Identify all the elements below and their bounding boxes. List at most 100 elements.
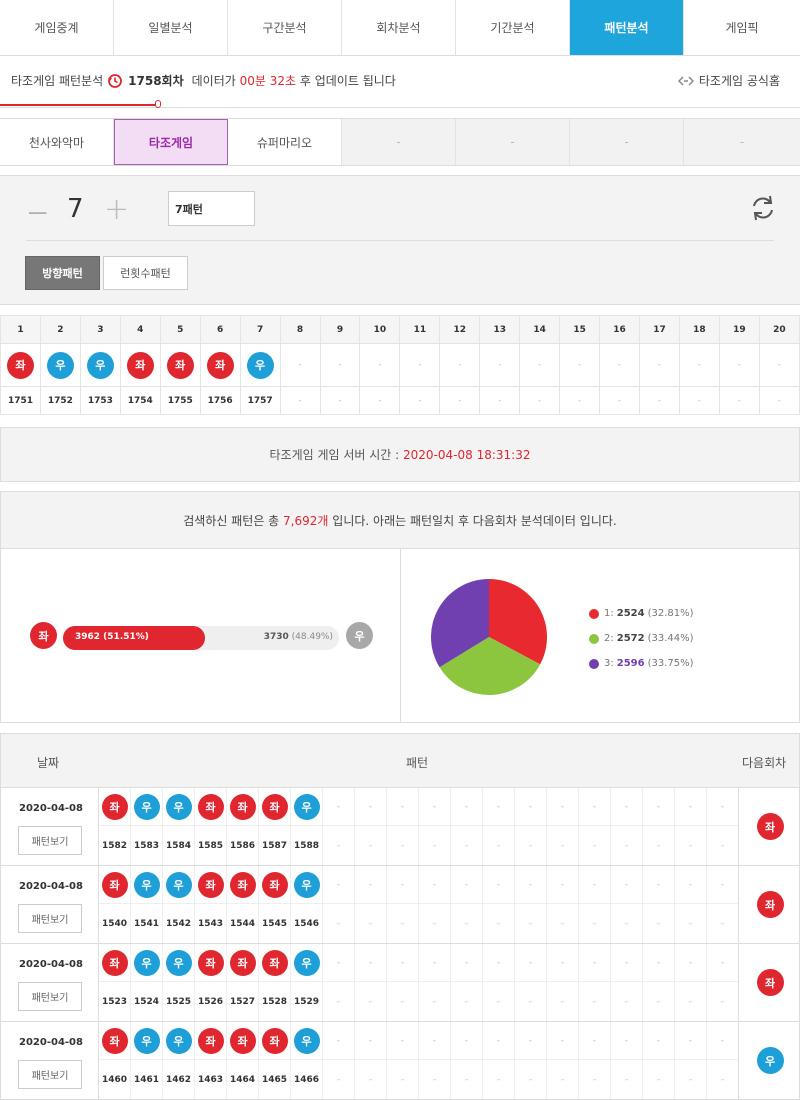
left-ratio-fill: 3962 (51.51%) — [63, 626, 206, 650]
decrease-button[interactable]: − — [26, 196, 49, 229]
right-ratio-pct: (48.49%) — [291, 632, 333, 642]
history-ball-cell: - — [579, 866, 611, 904]
pattern-grid: 1 2 3 4 5 6 7 8 9 10 11 12 13 14 15 16 17 18 19 20 좌우우좌좌좌우-… — [0, 315, 800, 415]
history-round-cell: - — [483, 1060, 515, 1099]
game-tab-empty: - — [342, 119, 456, 165]
pattern-ball: 좌 — [101, 871, 128, 898]
game-tab-ostrich[interactable]: 타조게임 — [114, 119, 228, 165]
increase-button[interactable]: + — [104, 192, 129, 227]
history-ball-cell: - — [419, 866, 451, 904]
history-ball-cell: - — [483, 788, 515, 826]
divider — [26, 240, 774, 241]
search-result-panel: 검색하신 패턴은 총 7,692개 입니다. 아래는 패턴일치 후 다음회차 분… — [0, 491, 800, 723]
history-ball-cell: - — [547, 1022, 579, 1060]
history-round-cell: - — [323, 826, 355, 865]
pattern-ball: 좌 — [6, 351, 34, 379]
history-round-cell: - — [579, 826, 611, 865]
tab-pick[interactable]: 게임픽 — [684, 0, 800, 55]
tab-live[interactable]: 게임중계 — [0, 0, 114, 55]
history-round-cell: - — [579, 1060, 611, 1099]
pattern-ball: 좌 — [261, 793, 288, 820]
history-round-cell: 1527 — [227, 982, 259, 1021]
pie-panel: 1 : 2524 (32.81%) 2 : 2572 (33.44%) 3 : 2596… — [401, 549, 799, 722]
grid-col-header: 7 — [239, 315, 281, 344]
history-round-cell: - — [611, 826, 643, 865]
grid-ball-cell: - — [479, 343, 521, 387]
history-round-cell: 1466 — [291, 1060, 323, 1099]
ratio-bar: 3962 (51.51%) 3730 (48.49%) — [63, 626, 339, 650]
right-ratio-text: 3730 (48.49%) — [264, 632, 333, 642]
history-round-cell: - — [483, 982, 515, 1021]
legend-item: 2 : 2572 (33.44%) — [589, 626, 694, 651]
view-pattern-button[interactable]: 패턴보기 — [18, 1060, 82, 1089]
pattern-ball: 좌 — [206, 351, 234, 379]
grid-col-header: 12 — [439, 315, 481, 344]
history-round-cell: - — [451, 1060, 483, 1099]
run-count-pattern-button[interactable]: 런횟수패턴 — [103, 256, 188, 290]
legend-pct: (32.81%) — [647, 608, 694, 619]
refresh-icon[interactable] — [748, 193, 778, 223]
history-ball-cell: - — [323, 944, 355, 982]
tab-daily[interactable]: 일별분석 — [114, 0, 228, 55]
history-ball-cell: - — [675, 866, 707, 904]
history-date: 2020-04-08 — [19, 881, 83, 892]
pattern-ball: 우 — [246, 351, 274, 379]
left-right-ratio: 좌 3962 (51.51%) 3730 (48.49%) 우 — [1, 549, 401, 722]
history-round-cell: 1583 — [131, 826, 163, 865]
history-round-cell: - — [323, 904, 355, 943]
history-round-cell: 1523 — [99, 982, 131, 1021]
history-row: 2020-04-08 패턴보기 좌 1540 우 1541 우 1542 좌 1543 좌 1544 좌… — [1, 866, 799, 944]
grid-ball-cell: 좌 — [199, 343, 241, 387]
history-round-cell: - — [707, 1060, 739, 1099]
game-tab-super-mario[interactable]: 슈퍼마리오 — [228, 119, 342, 165]
history-ball-cell: - — [323, 866, 355, 904]
tab-section[interactable]: 구간분석 — [228, 0, 342, 55]
pattern-ball: 우 — [133, 871, 160, 898]
history-ball-cell: - — [483, 944, 515, 982]
grid-ball-cell: - — [519, 343, 561, 387]
history-round-cell: - — [355, 826, 387, 865]
history-round-cell: - — [675, 982, 707, 1021]
history-ball-cell: - — [483, 1022, 515, 1060]
game-tab-angel-devil[interactable]: 천사와악마 — [0, 119, 114, 165]
history-header: 날짜 패턴 다음회차 — [1, 734, 799, 788]
pattern-select[interactable]: 7패턴 — [168, 191, 255, 226]
history-ball-cell: - — [323, 788, 355, 826]
tab-round[interactable]: 회차분석 — [342, 0, 456, 55]
history-ball-cell: 우 — [131, 788, 163, 826]
pattern-controls: − 7 + 7패턴 방향패턴 런횟수패턴 — [0, 175, 800, 305]
history-ball-cell: - — [515, 1022, 547, 1060]
official-site-link[interactable]: 타조게임 공식홈 — [677, 72, 780, 89]
history-rows: 2020-04-08 패턴보기 좌 1582 우 1583 우 1584 좌 1585 좌 1586 좌… — [1, 788, 799, 1100]
view-pattern-button[interactable]: 패턴보기 — [18, 826, 82, 855]
history-round-cell: 1461 — [131, 1060, 163, 1099]
history-ball-cell: - — [451, 944, 483, 982]
pattern-ball: 좌 — [229, 871, 256, 898]
tab-period[interactable]: 기간분석 — [456, 0, 570, 55]
history-date-cell: 2020-04-08 패턴보기 — [1, 788, 99, 865]
pattern-count: 7 — [67, 194, 84, 224]
pattern-ball: 좌 — [197, 793, 224, 820]
grid-round-cell: 1755 — [159, 386, 201, 415]
official-site-label: 타조게임 공식홈 — [698, 74, 780, 88]
history-round-cell: 1588 — [291, 826, 323, 865]
history-ball-cell: 우 — [163, 866, 195, 904]
left-ratio-text: 3962 (51.51%) — [75, 632, 149, 642]
history-ball-cell: - — [643, 944, 675, 982]
history-date: 2020-04-08 — [19, 1037, 83, 1048]
grid-round-cell: - — [439, 386, 481, 415]
view-pattern-button[interactable]: 패턴보기 — [18, 904, 82, 933]
grid-round-cell: - — [718, 386, 760, 415]
history-next-cell: 우 — [738, 1022, 799, 1099]
direction-pattern-button[interactable]: 방향패턴 — [25, 256, 100, 290]
legend-value: 2524 — [616, 608, 645, 619]
col-next: 다음회차 — [742, 756, 787, 770]
grid-round-cell: - — [519, 386, 561, 415]
view-pattern-button[interactable]: 패턴보기 — [18, 982, 82, 1011]
grid-col-header: 14 — [519, 315, 561, 344]
tab-pattern[interactable]: 패턴분석 — [570, 0, 684, 55]
history-ball-cell: 좌 — [227, 1022, 259, 1060]
history-round-cell: 1585 — [195, 826, 227, 865]
grid-ball-cell: - — [758, 343, 800, 387]
grid-col-header: 18 — [678, 315, 720, 344]
